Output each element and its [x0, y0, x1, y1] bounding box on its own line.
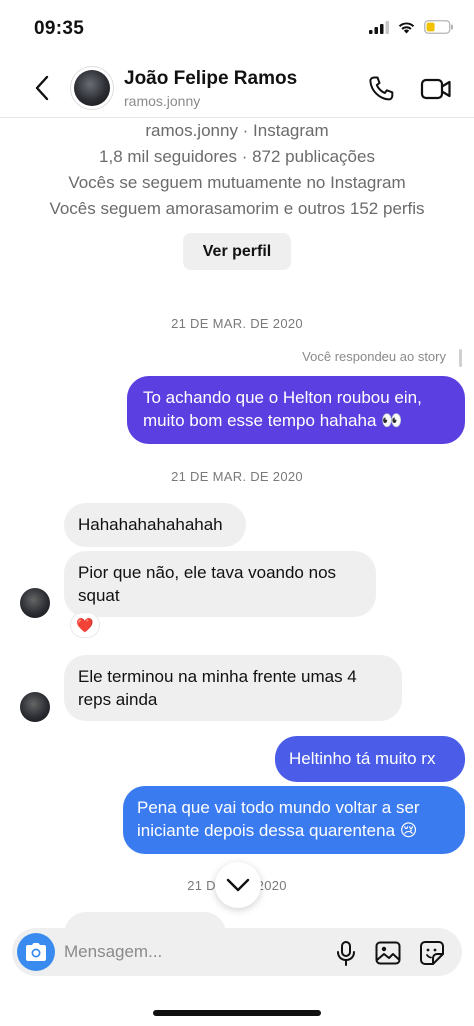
profile-line-handle: ramos.jonny · Instagram — [145, 121, 329, 140]
call-button[interactable] — [366, 74, 396, 104]
avatar[interactable] — [70, 66, 114, 110]
avatar[interactable] — [20, 692, 50, 722]
incoming-message[interactable]: Pior que não, ele tava voando nos squat — [64, 551, 376, 617]
microphone-button[interactable] — [332, 939, 360, 967]
image-icon — [375, 941, 401, 965]
video-camera-icon — [420, 78, 451, 100]
chevron-down-icon — [226, 878, 250, 892]
message-composer — [12, 928, 462, 976]
status-time: 09:35 — [34, 18, 85, 39]
contact-name[interactable]: João Felipe Ramos — [124, 68, 297, 90]
incoming-message[interactable]: Hahahahahahahah — [64, 503, 246, 547]
profile-line-stats: 1,8 mil seguidores · 872 publicações — [99, 147, 375, 166]
chat-header: João Felipe Ramos ramos.jonny — [0, 60, 474, 118]
heart-reaction[interactable]: ❤️ — [70, 612, 100, 638]
outgoing-message[interactable]: To achando que o Helton roubou ein, muit… — [127, 376, 465, 444]
sticker-button[interactable] — [418, 939, 446, 967]
camera-icon — [26, 943, 46, 961]
battery-icon — [424, 20, 453, 34]
profile-line-followed-by: Vocês seguem amorasamorim e outros 152 p… — [49, 199, 425, 218]
incoming-message[interactable]: Ele terminou na minha frente umas 4 reps… — [64, 655, 402, 721]
view-profile-button[interactable]: Ver perfil — [183, 233, 291, 270]
chevron-left-icon — [35, 75, 49, 101]
home-indicator — [153, 1010, 321, 1016]
story-reply-note: Você respondeu ao story — [302, 349, 446, 364]
profile-line-mutual: Vocês se seguem mutuamente no Instagram — [68, 173, 406, 192]
status-icons — [369, 20, 454, 34]
date-separator: 21 DE MAR. DE 2020 — [171, 316, 303, 331]
profile-summary: ramos.jonny · Instagram 1,8 mil seguidor… — [0, 118, 474, 222]
date-separator: 21 DE MAR. DE 2020 — [171, 469, 303, 484]
camera-button[interactable] — [17, 933, 55, 971]
avatar[interactable] — [20, 588, 50, 618]
scroll-indicator — [459, 349, 462, 367]
wifi-icon — [398, 22, 415, 34]
video-call-button[interactable] — [420, 74, 452, 104]
outgoing-message[interactable]: Heltinho tá muito rx — [275, 736, 465, 782]
sticker-icon — [420, 941, 444, 965]
scroll-to-bottom-button[interactable] — [215, 862, 261, 908]
microphone-icon — [337, 941, 355, 966]
outgoing-message[interactable]: Pena que vai todo mundo voltar a ser ini… — [123, 786, 465, 854]
message-input[interactable] — [64, 928, 314, 976]
contact-username: ramos.jonny — [124, 93, 201, 109]
cellular-signal-icon — [369, 20, 389, 34]
phone-icon — [369, 76, 394, 101]
status-bar: 09:35 — [0, 0, 474, 56]
back-button[interactable] — [28, 72, 56, 104]
gallery-button[interactable] — [374, 939, 402, 967]
